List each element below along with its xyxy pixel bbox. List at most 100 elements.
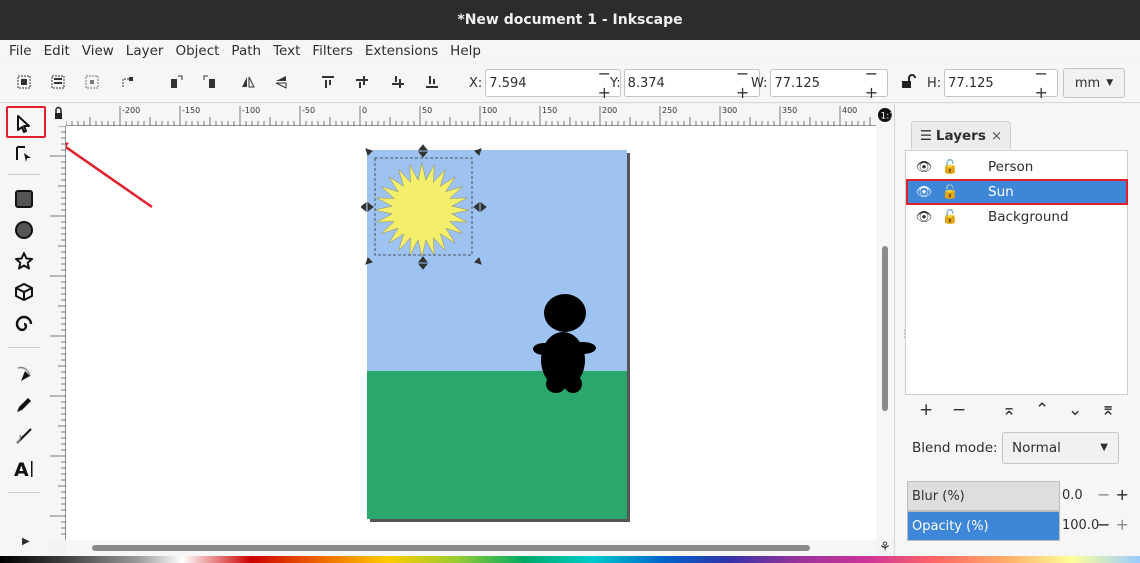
unit-select[interactable]: mm ▼ <box>1063 68 1125 98</box>
vertical-scroll-thumb[interactable] <box>882 246 888 411</box>
lower-layer-button[interactable]: ⌄ <box>1068 400 1082 420</box>
unlock-icon[interactable]: 🔓 <box>940 209 960 225</box>
layers-list: 👁 🔓 Person 👁 🔓 Sun 👁 🔓 Background <box>905 150 1128 395</box>
scale-handle-nw[interactable] <box>365 148 373 156</box>
remove-layer-button[interactable]: − <box>952 400 966 420</box>
opacity-slider[interactable]: Opacity (%) <box>907 511 1060 541</box>
h-label: H: <box>927 75 942 91</box>
menu-file[interactable]: File <box>3 43 38 59</box>
person-figure[interactable] <box>533 294 596 393</box>
opacity-value[interactable]: 100.0 <box>1062 518 1099 533</box>
drawing-canvas[interactable] <box>66 126 876 540</box>
select-all-layers-icon[interactable] <box>50 74 66 90</box>
deselect-icon[interactable] <box>84 74 100 90</box>
scale-handle-w[interactable] <box>361 201 374 213</box>
eye-icon[interactable]: 👁 <box>912 185 936 200</box>
horizontal-ruler[interactable]: -200 -150 -100 -50 0 50 100 150 200 250 300 350 400 <box>65 104 876 126</box>
lower-icon[interactable] <box>390 74 406 90</box>
ruler-label: 200 <box>602 106 617 115</box>
tab-layers[interactable]: ☰ Layers × <box>911 121 1011 149</box>
scale-handle-e[interactable] <box>473 201 487 213</box>
blend-mode-select[interactable]: Normal ▼ <box>1002 432 1119 464</box>
menu-object[interactable]: Object <box>169 43 225 59</box>
ruler-label: -100 <box>242 106 260 115</box>
blur-value[interactable]: 0.0 <box>1062 488 1083 503</box>
scale-handle-se[interactable] <box>474 257 482 265</box>
layer-to-bottom-button[interactable]: ⌆ <box>1101 400 1115 420</box>
spiral-tool[interactable] <box>12 312 36 336</box>
menu-view[interactable]: View <box>76 43 120 59</box>
layer-to-top-button[interactable]: ⌅ <box>1002 400 1016 420</box>
pen-tool[interactable] <box>12 362 36 386</box>
vertical-scrollbar[interactable] <box>876 126 894 540</box>
menu-extensions[interactable]: Extensions <box>359 43 444 59</box>
menu-text[interactable]: Text <box>267 43 306 59</box>
rotate-cw-icon[interactable] <box>202 74 218 90</box>
node-tool[interactable] <box>12 142 36 166</box>
add-layer-button[interactable]: + <box>919 400 933 420</box>
rotate-ccw-icon[interactable] <box>168 74 184 90</box>
x-input[interactable]: 7.594 <box>486 76 590 91</box>
w-stepper[interactable]: − + <box>857 64 887 102</box>
lower-to-bottom-icon[interactable] <box>424 74 440 90</box>
eye-icon[interactable]: 👁 <box>912 210 936 225</box>
raise-layer-button[interactable]: ⌃ <box>1035 400 1049 420</box>
scale-handle-s[interactable] <box>417 256 429 270</box>
layer-buttons: + − ⌅ ⌃ ⌄ ⌆ <box>905 400 1128 424</box>
horizontal-scroll-thumb[interactable] <box>92 545 810 551</box>
close-icon[interactable]: × <box>991 128 1002 144</box>
menu-filters[interactable]: Filters <box>306 43 358 59</box>
horizontal-scrollbar[interactable] <box>66 540 876 556</box>
toolbox-separator <box>8 174 40 175</box>
zoom-menu-icon[interactable]: ⚘ <box>876 540 894 556</box>
flip-vertical-icon[interactable] <box>273 74 289 90</box>
zoom-icon[interactable]: 1:1 <box>876 104 895 126</box>
scale-handle-sw[interactable] <box>365 257 373 265</box>
ellipse-tool[interactable] <box>12 218 36 242</box>
lock-guides-icon[interactable] <box>48 104 66 126</box>
text-tool[interactable]: A <box>12 457 36 481</box>
h-stepper[interactable]: − + <box>1027 64 1057 102</box>
panel-grip-icon[interactable]: ⋮ <box>900 329 910 341</box>
unlock-icon[interactable]: 🔓 <box>940 184 960 200</box>
w-input[interactable]: 77.125 <box>771 76 857 91</box>
opacity-label: Opacity (%) <box>912 518 989 534</box>
h-input[interactable]: 77.125 <box>945 76 1027 91</box>
window-title: *New document 1 - Inkscape <box>457 12 683 28</box>
3d-box-tool[interactable] <box>12 280 36 304</box>
lock-ratio-icon[interactable] <box>900 73 916 89</box>
raise-to-top-icon[interactable] <box>320 74 336 90</box>
menu-layer[interactable]: Layer <box>120 43 170 59</box>
transform-icon[interactable] <box>120 74 136 90</box>
menu-path[interactable]: Path <box>225 43 267 59</box>
color-palette[interactable] <box>0 556 1140 563</box>
toolbox: A ▶ <box>0 104 48 563</box>
scale-handle-ne[interactable] <box>474 148 482 156</box>
select-all-icon[interactable] <box>16 74 32 90</box>
w-label: W: <box>751 75 768 91</box>
flip-horizontal-icon[interactable] <box>240 74 256 90</box>
layers-tab-label: Layers <box>935 127 986 144</box>
rectangle-tool[interactable] <box>12 187 36 211</box>
calligraphy-tool[interactable] <box>12 424 36 448</box>
layer-row[interactable]: 👁 🔓 Background <box>907 205 1127 229</box>
menu-help[interactable]: Help <box>444 43 487 59</box>
layer-row-selected[interactable]: 👁 🔓 Sun <box>906 179 1128 205</box>
svg-text:1:1: 1:1 <box>881 112 895 122</box>
y-input[interactable]: 8.374 <box>625 76 729 91</box>
vertical-ruler[interactable] <box>48 125 66 540</box>
toolbox-expand-icon[interactable]: ▶ <box>22 536 30 547</box>
pencil-tool[interactable] <box>12 393 36 417</box>
star-tool[interactable] <box>12 249 36 273</box>
raise-icon[interactable] <box>354 74 370 90</box>
blur-stepper[interactable]: − + <box>1097 485 1129 504</box>
blur-slider[interactable]: Blur (%) <box>907 481 1060 511</box>
opacity-stepper[interactable]: − + <box>1097 515 1129 534</box>
eye-icon[interactable]: 👁 <box>912 160 936 175</box>
unlock-icon[interactable]: 🔓 <box>940 159 960 175</box>
menu-edit[interactable]: Edit <box>38 43 76 59</box>
layer-row[interactable]: 👁 🔓 Person <box>907 155 1127 179</box>
annotation-arrow <box>66 142 153 209</box>
chevron-down-icon: ▼ <box>1106 78 1114 88</box>
scale-handle-n[interactable] <box>417 144 429 158</box>
